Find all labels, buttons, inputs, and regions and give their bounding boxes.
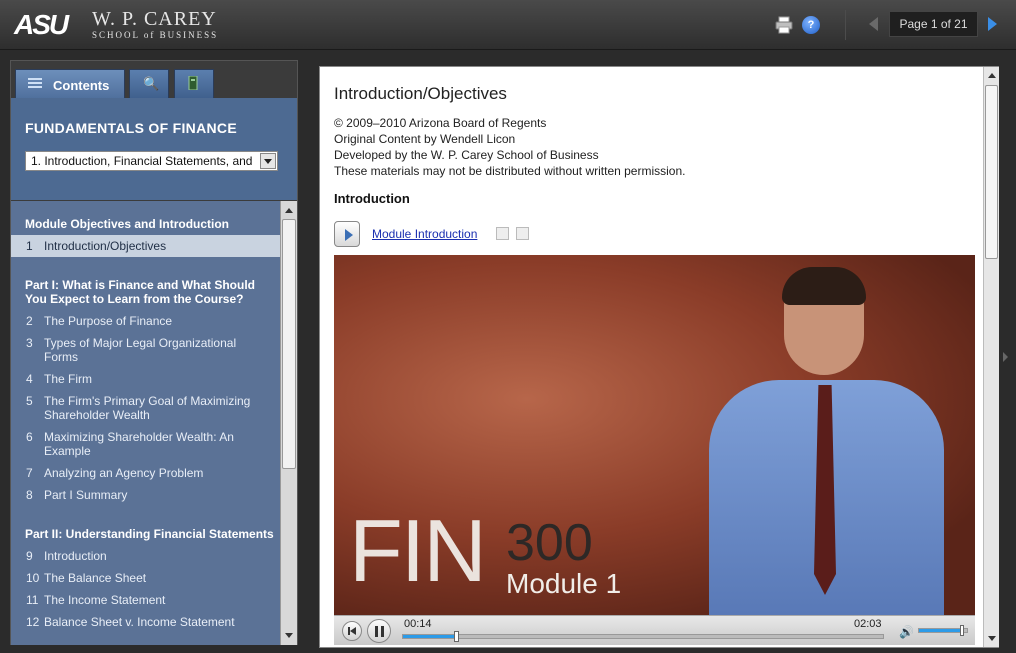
table-of-contents: Module Objectives and Introduction 1 Int… (11, 201, 280, 645)
scroll-thumb[interactable] (282, 219, 296, 469)
toc-section: Module Objectives and Introduction (25, 217, 230, 231)
expand-panel-icon[interactable] (1003, 352, 1008, 362)
page-title: Introduction/Objectives (334, 84, 507, 103)
course-header: FUNDAMENTALS OF FINANCE 1. Introduction,… (11, 98, 297, 200)
progress-fill (403, 635, 456, 638)
toc-item-1[interactable]: 1 Introduction/Objectives (11, 235, 280, 257)
time-current: 00:14 (404, 618, 432, 630)
header-divider (845, 10, 846, 40)
progress-knob[interactable] (453, 631, 459, 642)
next-page-button[interactable] (988, 17, 997, 31)
toc-scrollbar[interactable] (280, 201, 297, 645)
presenter-image (689, 265, 969, 615)
course-title: FUNDAMENTALS OF FINANCE (25, 120, 237, 136)
volume-slider[interactable] (918, 625, 968, 636)
content-pane: Introduction/Objectives © 2009–2010 Ariz… (319, 66, 999, 648)
video-player[interactable]: FIN 300 Module 1 (334, 255, 975, 615)
search-icon: 🔍 (143, 76, 160, 91)
scroll-up-icon[interactable] (285, 208, 293, 213)
sidebar-panel: Contents 🔍 FUNDAMENTALS OF FINANCE 1. In… (10, 60, 298, 645)
popout-icon[interactable] (516, 227, 529, 240)
chevron-down-icon[interactable] (260, 153, 276, 169)
tab-search[interactable]: 🔍 (129, 69, 169, 99)
volume-icon[interactable]: 🔊 (899, 625, 914, 639)
video-title-main: FIN (349, 501, 487, 600)
list-icon (28, 78, 42, 92)
page-indicator: Page 1 of 21 (889, 11, 978, 37)
media-row: Module Introduction (334, 221, 734, 247)
module-select[interactable]: 1. Introduction, Financial Statements, a… (25, 151, 278, 171)
scroll-thumb[interactable] (985, 85, 998, 259)
expand-icon[interactable] (496, 227, 509, 240)
rewind-button[interactable] (342, 621, 362, 641)
tab-bookmarks[interactable] (174, 69, 214, 99)
video-title-num: 300 (506, 514, 593, 572)
prev-page-button[interactable] (869, 17, 878, 31)
copyright-block: © 2009–2010 Arizona Board of Regents Ori… (334, 116, 686, 178)
progress-bar[interactable] (402, 631, 884, 642)
content-scrollbar[interactable] (983, 67, 999, 647)
video-title-module: Module 1 (506, 568, 622, 599)
time-total: 02:03 (854, 618, 882, 630)
toc-section: Part II: Understanding Financial Stateme… (25, 527, 274, 541)
module-introduction-link[interactable]: Module Introduction (372, 227, 477, 241)
pause-button[interactable] (367, 619, 391, 643)
scroll-down-icon[interactable] (285, 633, 293, 638)
volume-fill (919, 629, 963, 632)
help-icon[interactable]: ? (802, 16, 820, 34)
tab-contents[interactable]: Contents (15, 69, 125, 99)
scroll-down-icon[interactable] (988, 636, 996, 641)
toc-section: Part I: What is Finance and What Should … (25, 278, 256, 306)
print-icon[interactable] (775, 16, 793, 34)
section-heading: Introduction (334, 191, 410, 206)
play-media-button[interactable] (334, 221, 360, 247)
scroll-up-icon[interactable] (988, 73, 996, 78)
video-controls: 00:14 02:03 🔊 (334, 615, 975, 645)
app-header: ASU W. P. CAREY SCHOOL of BUSINESS ? Pag… (0, 0, 1016, 50)
volume-knob[interactable] (960, 625, 965, 636)
wpcarey-logo: W. P. CAREY SCHOOL of BUSINESS (92, 8, 219, 40)
asu-logo: ASU (14, 9, 69, 40)
bookmark-icon (188, 75, 198, 93)
